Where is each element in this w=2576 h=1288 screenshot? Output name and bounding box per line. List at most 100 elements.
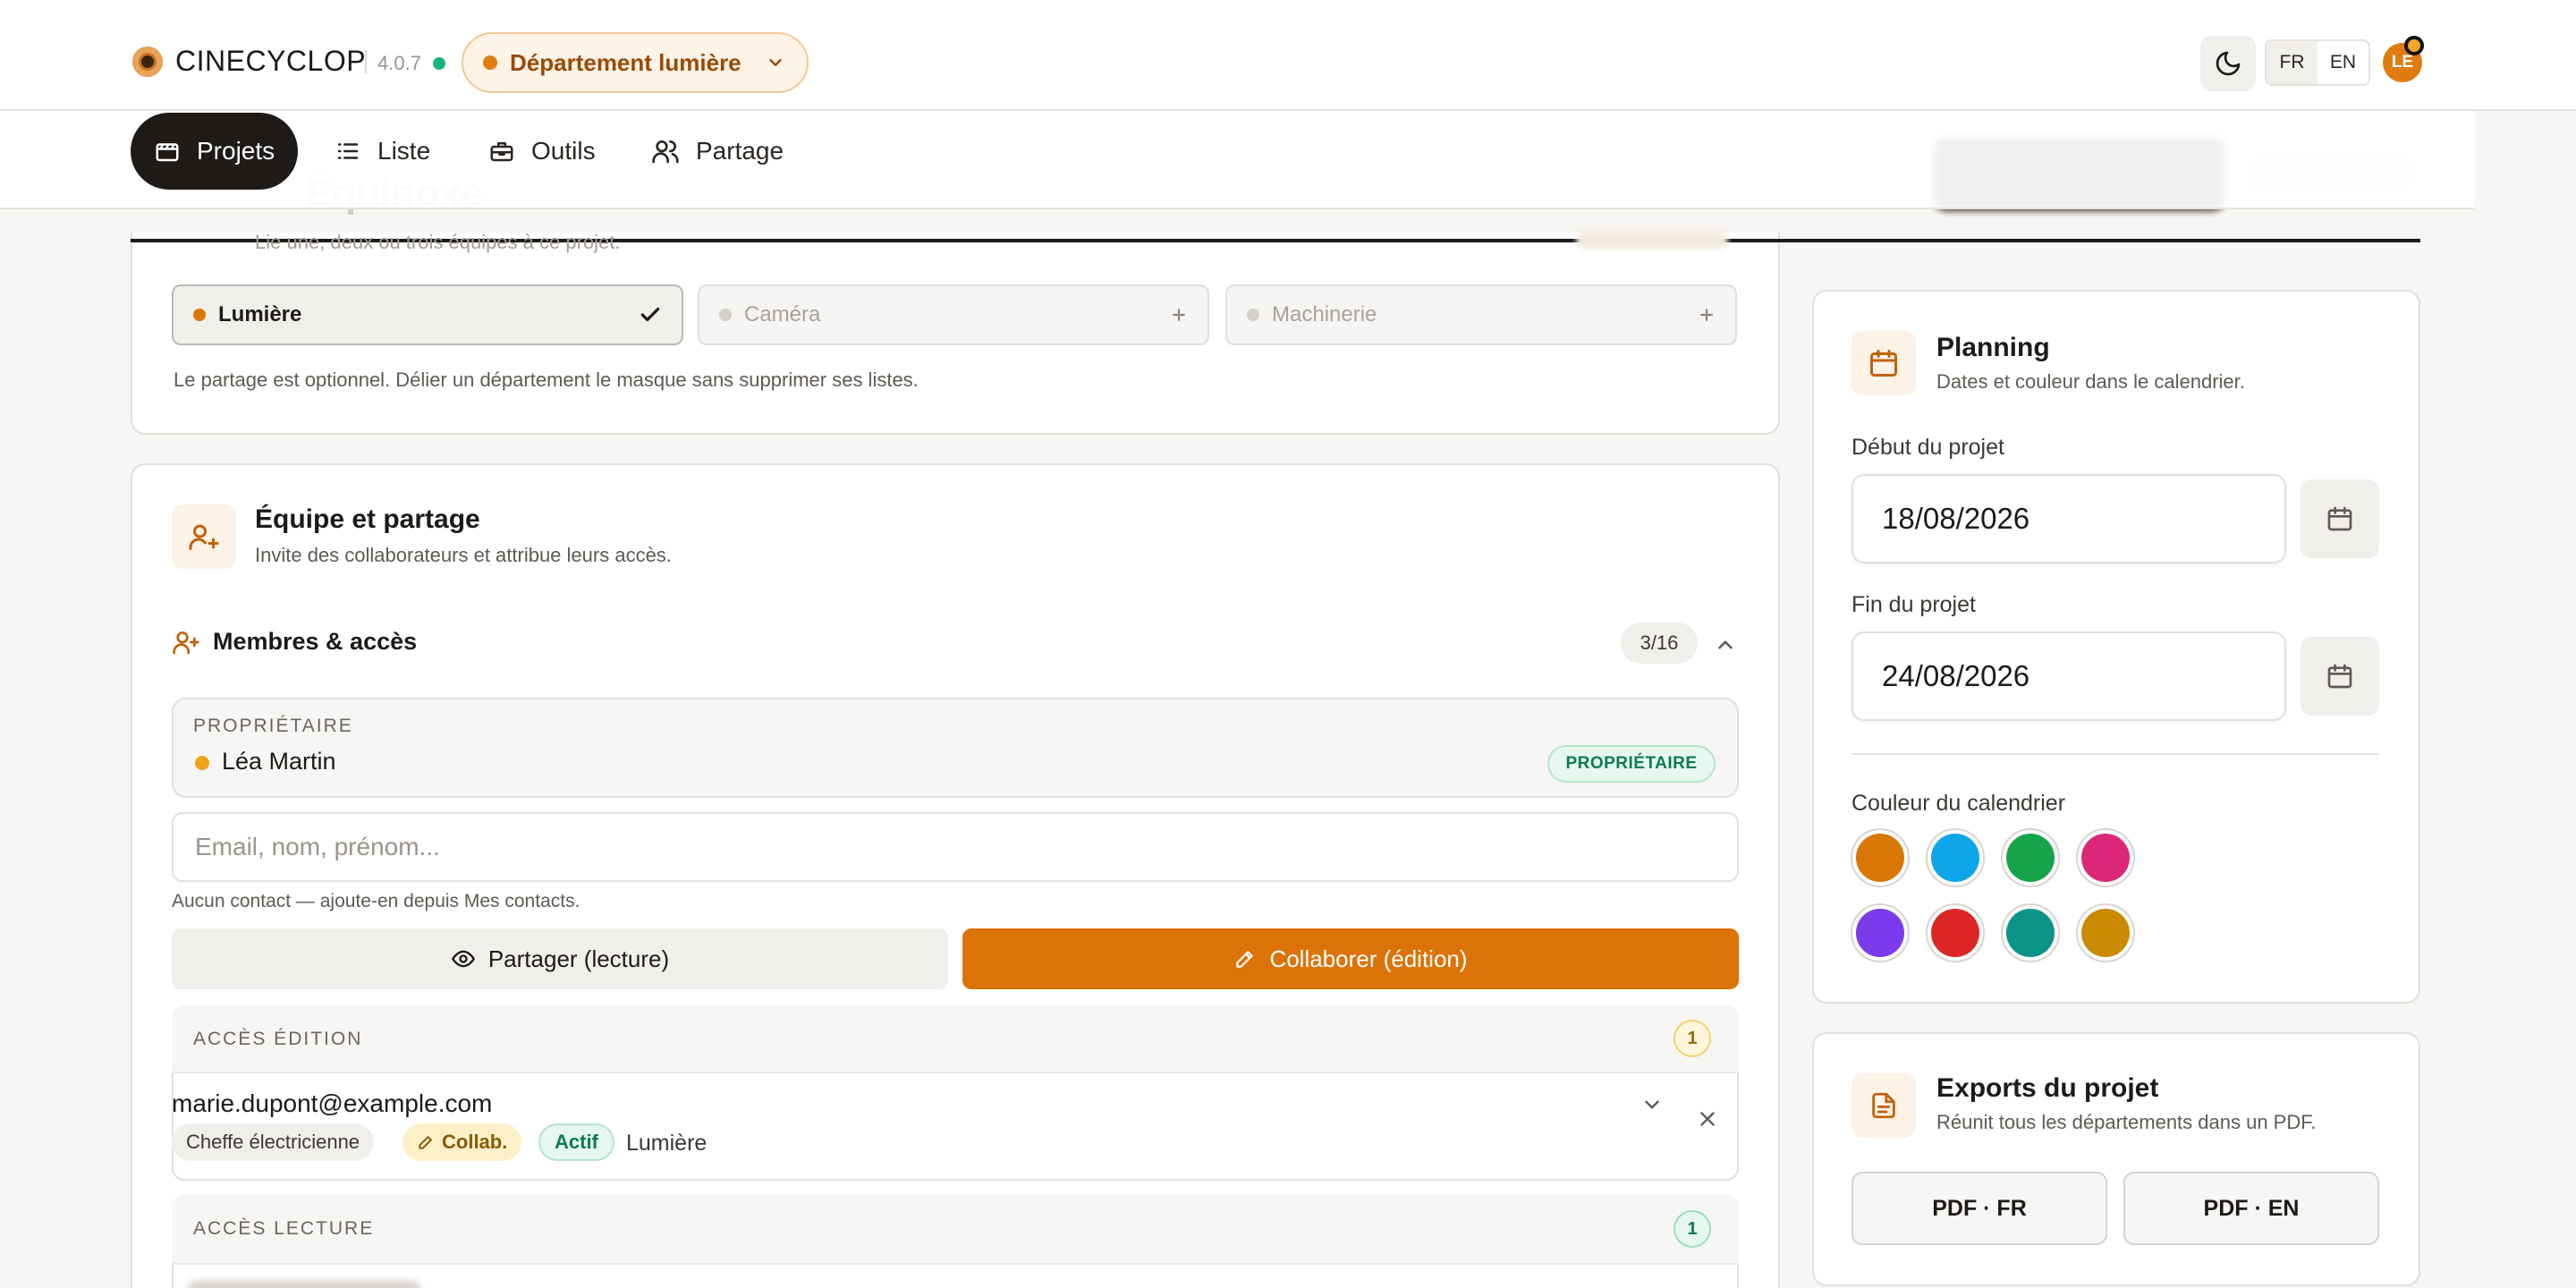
theme-toggle-button[interactable] xyxy=(2200,36,2256,91)
team-icon-tile xyxy=(172,504,236,569)
nav-partage[interactable]: Partage xyxy=(628,113,807,190)
end-date-picker-button[interactable] xyxy=(2301,637,2379,716)
member-mode-chip: Collab. xyxy=(402,1123,522,1161)
pencil-icon xyxy=(419,1136,432,1149)
edit-access-caption: ACCÈS ÉDITION xyxy=(193,1029,363,1049)
color-swatch-fill xyxy=(2006,909,2055,957)
start-date-label: Début du projet xyxy=(1852,435,2004,460)
color-swatch-fill xyxy=(2081,834,2130,882)
chevron-up-icon[interactable] xyxy=(1714,633,1737,657)
calendar-icon xyxy=(2327,664,2352,689)
chevron-down-icon xyxy=(769,59,782,66)
list-icon xyxy=(337,143,359,159)
status-dot-icon xyxy=(1247,309,1259,321)
planning-subtitle: Dates et couleur dans le calendrier. xyxy=(1936,370,2245,393)
nav-liste[interactable]: Liste xyxy=(311,113,453,190)
member-email: marie.dupont@example.com xyxy=(172,1089,493,1117)
team-title: Équipe et partage xyxy=(255,504,480,534)
exports-title: Exports du projet xyxy=(1936,1073,2159,1103)
calendar-icon xyxy=(2327,506,2352,531)
brand-name[interactable]: CINECYCLOP xyxy=(175,45,366,78)
departments-subtitle: Lie une, deux ou trois équipes à ce proj… xyxy=(255,231,621,253)
calendar-icon xyxy=(1870,350,1897,377)
start-date-picker-button[interactable] xyxy=(2301,479,2379,558)
exports-subtitle: Réunit tous les départements dans un PDF… xyxy=(1936,1111,2317,1133)
exports-icon-tile xyxy=(1852,1073,1916,1138)
share-edit-button[interactable]: Collaborer (édition) xyxy=(962,928,1739,989)
member-mode-label: Collab. xyxy=(442,1131,508,1153)
owner-dot-icon xyxy=(195,756,209,770)
department-option-label: Caméra xyxy=(744,302,821,326)
planning-title: Planning xyxy=(1936,333,2050,362)
department-option-label: Machinerie xyxy=(1272,302,1377,326)
nav-outils[interactable]: Outils xyxy=(465,113,619,190)
chevron-down-icon[interactable] xyxy=(1640,1093,1664,1116)
members-icon xyxy=(173,631,199,655)
lang-en-button[interactable]: EN xyxy=(2318,41,2368,84)
member-search-input[interactable] xyxy=(172,812,1739,882)
end-date-label: Fin du projet xyxy=(1852,592,1976,617)
lang-fr-button[interactable]: FR xyxy=(2267,41,2318,84)
color-swatch[interactable] xyxy=(1926,903,1985,962)
pdf-en-button[interactable]: PDF · EN xyxy=(2123,1172,2379,1245)
color-swatch-fill xyxy=(1856,909,1904,957)
department-selector[interactable]: Département lumière xyxy=(462,32,809,93)
status-dot-icon xyxy=(193,309,206,321)
nav-projets[interactable]: Projets xyxy=(131,113,299,190)
plus-icon xyxy=(1700,309,1713,321)
language-switch: FR EN xyxy=(2265,39,2370,86)
departments-note: Le partage est optionnel. Délier un dépa… xyxy=(174,369,919,391)
pencil-icon xyxy=(1236,951,1254,968)
color-swatch[interactable] xyxy=(1851,828,1910,887)
department-option-camera[interactable]: Caméra xyxy=(698,284,1209,345)
nav-label: Projets xyxy=(197,137,275,165)
start-date-input[interactable]: 18/08/2026 xyxy=(1852,474,2286,564)
owner-box xyxy=(172,698,1739,798)
status-dot-icon xyxy=(719,309,732,321)
check-icon xyxy=(640,307,660,322)
end-date-input[interactable]: 24/08/2026 xyxy=(1852,631,2286,721)
nav-label: Partage xyxy=(696,137,784,165)
share-read-label: Partager (lecture) xyxy=(487,945,670,972)
pdf-fr-button[interactable]: PDF · FR xyxy=(1852,1172,2107,1245)
color-swatch[interactable] xyxy=(2001,903,2060,962)
toolbox-icon xyxy=(490,142,513,162)
user-plus-icon xyxy=(189,524,219,550)
divider xyxy=(1852,753,2379,755)
color-swatch[interactable] xyxy=(1926,828,1985,887)
edit-access-header xyxy=(172,1005,1739,1073)
owner-name: Léa Martin xyxy=(222,748,336,775)
department-option-label: Lumière xyxy=(218,302,302,326)
nav-label: Outils xyxy=(531,137,596,165)
members-count-badge: 3/16 xyxy=(1621,623,1698,664)
exports-card xyxy=(1812,1032,2420,1286)
member-role-chip: Cheffe électricienne xyxy=(172,1123,375,1161)
team-subtitle: Invite des collaborateurs et attribue le… xyxy=(255,544,672,566)
share-edit-label: Collaborer (édition) xyxy=(1269,945,1468,972)
no-contacts-hint: Aucun contact — ajoute-en depuis Mes con… xyxy=(172,891,580,911)
color-swatch[interactable] xyxy=(1851,903,1910,962)
blurred-row xyxy=(188,1281,420,1288)
online-status-icon xyxy=(433,57,445,70)
color-swatch[interactable] xyxy=(2001,828,2060,887)
nav-label: Liste xyxy=(377,137,431,165)
department-option-machinerie[interactable]: Machinerie xyxy=(1225,284,1737,345)
color-swatch[interactable] xyxy=(2076,828,2135,887)
color-swatch-fill xyxy=(1856,834,1904,882)
moon-icon xyxy=(2216,51,2241,76)
members-title: Membres & accès xyxy=(213,628,418,655)
color-swatch-fill xyxy=(2081,909,2130,957)
app-version: 4.0.7 xyxy=(377,52,421,74)
share-read-button[interactable]: Partager (lecture) xyxy=(172,928,948,989)
divider xyxy=(365,50,367,73)
edit-access-count: 1 xyxy=(1674,1020,1711,1057)
read-access-count: 1 xyxy=(1674,1210,1711,1248)
close-icon[interactable] xyxy=(1696,1107,1719,1131)
color-swatch[interactable] xyxy=(2076,903,2135,962)
planning-icon-tile xyxy=(1852,331,1916,395)
clapperboard-icon xyxy=(156,143,179,162)
eye-icon xyxy=(452,950,475,968)
users-icon xyxy=(652,140,679,164)
blurred-badge xyxy=(1576,231,1728,249)
department-option-lumiere[interactable]: Lumière xyxy=(172,284,683,345)
